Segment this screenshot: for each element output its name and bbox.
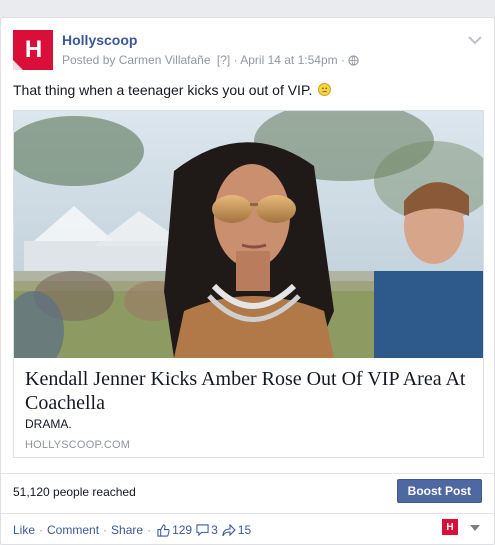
share-link[interactable]: Share — [111, 523, 143, 537]
reach-count[interactable]: 51,120 people reached — [13, 485, 136, 499]
shares-number: 15 — [237, 523, 252, 537]
shares-count[interactable]: 15 — [222, 523, 251, 537]
status-message: That thing when a teenager kicks you out… — [13, 82, 313, 98]
comments-number: 3 — [211, 523, 218, 537]
like-link[interactable]: Like — [13, 523, 35, 537]
post-date[interactable]: April 14 at 1:54pm — [240, 53, 337, 67]
likes-number: 129 — [172, 523, 193, 537]
meta-separator: · — [340, 53, 345, 67]
action-separator: · — [103, 523, 108, 537]
link-image[interactable] — [14, 111, 483, 358]
caret-down-icon[interactable] — [470, 525, 480, 531]
post-card: H Hollyscoop Posted by Carmen Villafañe … — [0, 17, 495, 545]
avatar-corner-mark — [13, 60, 23, 70]
meta-separator: · — [233, 53, 238, 67]
posted-by[interactable]: Posted by Carmen Villafañe — [62, 53, 211, 67]
hollyscoop-logo: H — [446, 521, 454, 533]
comment-link[interactable]: Comment — [47, 523, 99, 537]
status-text: That thing when a teenager kicks you out… — [13, 82, 332, 98]
sad-emoji-icon — [318, 83, 332, 96]
link-preview[interactable]: Kendall Jenner Kicks Amber Rose Out Of V… — [13, 110, 484, 458]
chevron-down-icon[interactable] — [468, 32, 482, 45]
hollyscoop-logo: H — [24, 36, 42, 63]
comments-count[interactable]: 3 — [196, 523, 218, 537]
share-arrow-icon — [222, 523, 236, 536]
action-bar: Like · Comment · Share · 129 3 15 — [13, 523, 251, 537]
likes-count[interactable]: 129 — [157, 523, 192, 537]
acting-as-avatar[interactable]: H — [442, 519, 458, 535]
globe-icon — [348, 55, 359, 69]
link-description: DRAMA. — [25, 417, 72, 431]
divider — [1, 473, 494, 474]
link-title[interactable]: Kendall Jenner Kicks Amber Rose Out Of V… — [25, 367, 475, 415]
action-separator: · — [39, 523, 44, 537]
post-meta: Posted by Carmen Villafañe [?] · April 1… — [62, 53, 359, 69]
comment-bubble-icon — [196, 523, 209, 536]
page-name-link[interactable]: Hollyscoop — [62, 32, 137, 48]
action-separator: · — [147, 523, 152, 537]
help-marker[interactable]: [?] — [217, 53, 230, 67]
link-domain: HOLLYSCOOP.COM — [25, 439, 131, 451]
thumbs-up-icon — [157, 523, 170, 537]
boost-post-button[interactable]: Boost Post — [396, 479, 482, 503]
page-avatar[interactable]: H — [13, 30, 53, 70]
divider — [1, 513, 494, 514]
